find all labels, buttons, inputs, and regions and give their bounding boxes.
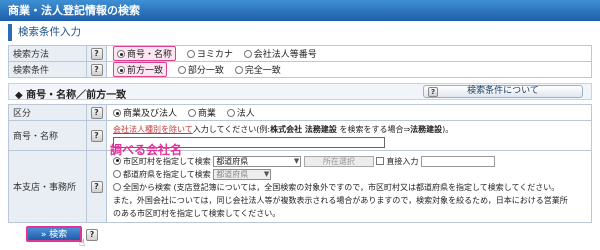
condition-label: 検索条件 xyxy=(8,61,87,78)
name-instruction: 会社法人種別を除いて入力してください(例:株式会社 法務建設 を検索をする場合⇒… xyxy=(113,125,454,134)
office-option-pref[interactable]: 都道府県を指定して検索 xyxy=(113,169,211,179)
section-title: 検索条件入力 xyxy=(8,24,592,41)
chevron-down-icon: ▼ xyxy=(263,169,270,178)
kubun-option-commerce[interactable]: 商業 xyxy=(187,109,216,119)
checkbox-icon xyxy=(376,156,385,165)
search-button[interactable]: » 検索 xyxy=(26,226,82,242)
method-option-name[interactable]: 商号・名称 xyxy=(113,46,177,61)
help-icon[interactable]: ? xyxy=(90,63,103,76)
chevron-down-icon: ▼ xyxy=(293,156,300,165)
prefecture-select-pref[interactable]: 都道府県 ▼ xyxy=(213,168,272,180)
radio-icon xyxy=(234,66,243,74)
office-note-line3: のある市区町村を指定して検索してください。 xyxy=(113,208,281,218)
kubun-label: 区分 xyxy=(8,104,87,121)
radio-icon xyxy=(113,182,121,191)
prefecture-select-city[interactable]: 都道府県 ▼ xyxy=(213,155,302,167)
radio-icon xyxy=(177,66,186,74)
help-icon[interactable]: ? xyxy=(90,129,103,142)
radio-icon xyxy=(226,109,235,117)
help-icon[interactable]: ? xyxy=(90,180,103,193)
help-icon[interactable]: ? xyxy=(90,106,103,119)
office-row: 本支店・事務所 ? 市区町村を指定して検索 都道府県 ▼ 所在選択 直接入力 都道… xyxy=(8,150,592,223)
radio-icon xyxy=(117,66,125,74)
condition-option-partial[interactable]: 部分一致 xyxy=(177,66,224,76)
about-conditions-button[interactable]: ? 検索条件について xyxy=(423,85,583,98)
kubun-row: 区分 ? 商業及び法人 商業 法人 xyxy=(8,104,592,121)
help-icon: ? xyxy=(428,87,438,97)
office-label: 本支店・事務所 xyxy=(8,150,87,223)
condition-row: 検索条件 ? 前方一致 部分一致 完全一致 xyxy=(8,61,592,78)
method-option-kana[interactable]: ヨミカナ xyxy=(186,50,233,60)
office-option-city-line: 市区町村を指定して検索 都道府県 ▼ 所在選択 直接入力 xyxy=(113,155,591,168)
detail-table: 区分 ? 商業及び法人 商業 法人 商号・名称 ? 会社法人種別を除いて入力して… xyxy=(8,104,592,223)
direct-input-field[interactable] xyxy=(420,156,495,167)
office-option-all-line: 全国から検索 (支店登記簿については，全国検索の対象外ですので，市区町村又は都道… xyxy=(113,181,591,194)
kubun-option-corp[interactable]: 法人 xyxy=(226,109,255,119)
name-label: 商号・名称 xyxy=(8,120,87,151)
radio-icon xyxy=(187,109,196,117)
sub-header-title: ◆ 商号・名称／前方一致 xyxy=(15,90,127,101)
radio-icon xyxy=(186,50,195,58)
office-option-all[interactable]: 全国から検索 (支店登記簿については，全国検索の対象外ですので，市区町村又は都道… xyxy=(113,182,559,192)
page-title: 商業・法人登記情報の検索 xyxy=(0,0,600,21)
method-row: 検索方法 ? 商号・名称 ヨミカナ 会社法人等番号 xyxy=(8,45,592,62)
company-type-link[interactable]: 会社法人種別を除いて xyxy=(113,125,193,134)
radio-icon xyxy=(113,109,121,117)
help-icon[interactable]: ? xyxy=(90,47,103,60)
name-row: 商号・名称 ? 会社法人種別を除いて入力してください(例:株式会社 法務建設 を… xyxy=(8,120,592,151)
office-note-line2: また，外国会社については，同じ会社法人等が複数表示される場合がありますので，検索… xyxy=(113,195,568,205)
annotation-company-name: 調べる会社名 xyxy=(110,143,183,157)
radio-icon xyxy=(113,169,121,178)
condition-option-prefix[interactable]: 前方一致 xyxy=(113,62,168,77)
search-mode-table: 検索方法 ? 商号・名称 ヨミカナ 会社法人等番号 検索条件 ? 前方一致 部分… xyxy=(8,45,592,78)
radio-icon xyxy=(243,50,252,58)
condition-option-exact[interactable]: 完全一致 xyxy=(234,66,281,76)
method-option-number[interactable]: 会社法人等番号 xyxy=(243,50,317,60)
mouse-cursor-icon: ☝ xyxy=(79,238,86,249)
office-option-pref-line: 都道府県を指定して検索 都道府県 ▼ xyxy=(113,168,591,181)
kubun-option-both[interactable]: 商業及び法人 xyxy=(113,109,177,119)
sub-header: ◆ 商号・名称／前方一致 ? 検索条件について xyxy=(8,83,592,101)
direct-input-checkbox[interactable]: 直接入力 xyxy=(376,156,418,166)
locate-button[interactable]: 所在選択 xyxy=(303,155,374,167)
help-icon[interactable]: ? xyxy=(86,229,98,241)
method-label: 検索方法 xyxy=(8,45,87,62)
radio-icon xyxy=(117,50,125,58)
